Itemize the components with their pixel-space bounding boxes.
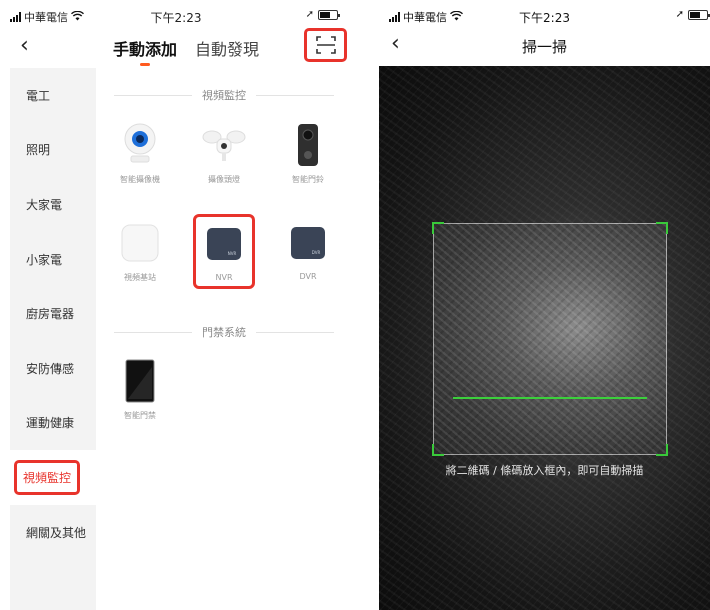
category-label: 小家電 (26, 252, 63, 267)
category-label: 網關及其他 (26, 525, 87, 540)
category-security-sensor[interactable]: 安防傳感 (10, 341, 96, 396)
nvr-icon: NVR (201, 221, 247, 267)
section-title: 視頻監控 (202, 89, 246, 102)
device-label: DVR (299, 272, 317, 281)
battery-icon (688, 9, 710, 20)
status-bar: 中華電信 下午2:23 ➚ (379, 0, 710, 34)
device-smart-doorbell[interactable]: 智能門鈴 (273, 122, 343, 185)
dvr-icon: DVR (285, 220, 331, 266)
scan-button[interactable] (304, 28, 347, 62)
device-label: 智能攝像機 (120, 175, 160, 184)
device-dvr[interactable]: DVR DVR (273, 220, 343, 281)
device-add-screen: 中華電信 下午2:23 ➚ ‹ 手動添加 自動發現 電工 照明 大家電 小家電 … (0, 0, 352, 610)
location-icon: ➚ (305, 9, 314, 20)
svg-text:NVR: NVR (228, 251, 237, 256)
device-smart-door-lock[interactable]: 智能門禁 (105, 358, 175, 421)
nav-bar: ‹ 手動添加 自動發現 (0, 28, 352, 62)
category-label: 照明 (26, 143, 51, 158)
section-header-video: 視頻監控 (114, 87, 334, 103)
section-header-access: 門禁系統 (114, 324, 334, 340)
status-bar: 中華電信 下午2:23 ➚ (0, 0, 352, 34)
frame-corner (656, 444, 668, 456)
page-title: 掃一掃 (521, 38, 567, 56)
door-lock-icon (117, 358, 163, 404)
scan-frame (432, 222, 668, 456)
device-label: 攝像頭燈 (208, 175, 240, 184)
status-time: 下午2:23 (150, 11, 202, 25)
category-label: 安防傳感 (26, 361, 75, 376)
category-sports-health[interactable]: 運動健康 (10, 396, 96, 451)
category-small-appliance[interactable]: 小家電 (10, 232, 96, 287)
frame-corner (432, 444, 444, 456)
back-icon[interactable]: ‹ (20, 34, 29, 58)
base-station-icon (117, 220, 163, 266)
device-label: NVR (215, 273, 233, 282)
battery-area: ➚ (305, 9, 340, 20)
divider (256, 94, 334, 96)
category-label: 大家電 (26, 197, 63, 212)
device-nvr[interactable]: NVR NVR (193, 214, 255, 289)
svg-text:DVR: DVR (312, 250, 321, 255)
category-electrician[interactable]: 電工 (10, 68, 96, 123)
battery-area: ➚ (675, 9, 710, 20)
category-video-surveillance[interactable]: 視頻監控 (10, 450, 96, 505)
category-gateway-other[interactable]: 網關及其他 (10, 505, 96, 560)
device-label: 智能門鈴 (292, 175, 324, 184)
category-large-appliance[interactable]: 大家電 (10, 177, 96, 232)
doorbell-icon (285, 122, 331, 168)
category-label: 運動健康 (26, 416, 75, 431)
device-camera-light[interactable]: 攝像頭燈 (189, 122, 259, 185)
device-video-base-station[interactable]: 視頻基站 (105, 220, 175, 283)
section-title: 門禁系統 (202, 326, 246, 339)
scan-line (453, 397, 647, 399)
divider (114, 94, 192, 96)
battery-icon (318, 9, 340, 20)
frame-border (433, 223, 667, 455)
tab-manual-add[interactable]: 手動添加 (113, 36, 177, 60)
nav-bar: ‹ 掃一掃 (379, 32, 710, 66)
frame-corner (432, 222, 444, 234)
category-lighting[interactable]: 照明 (10, 123, 96, 178)
category-sidebar: 電工 照明 大家電 小家電 廚房電器 安防傳感 運動健康 視頻監控 網關及其他 (10, 68, 96, 610)
scan-icon (315, 36, 336, 54)
device-panel: 視頻監控 智能攝像機 攝像頭燈 智能門鈴 視頻基站 NVR NVR DVR DV… (96, 68, 352, 610)
status-time: 下午2:23 (519, 11, 570, 25)
device-label: 智能門禁 (124, 411, 156, 420)
category-label: 電工 (26, 88, 51, 103)
camera-light-icon (201, 122, 247, 168)
device-label: 視頻基站 (124, 273, 156, 282)
frame-corner (656, 222, 668, 234)
smart-camera-icon (117, 122, 163, 168)
tab-auto-discover[interactable]: 自動發現 (195, 36, 259, 60)
category-label: 視頻監控 (14, 459, 81, 495)
add-mode-tabs: 手動添加 自動發現 (113, 36, 259, 60)
location-icon: ➚ (675, 9, 684, 20)
device-smart-camera[interactable]: 智能攝像機 (105, 122, 175, 185)
divider (256, 331, 334, 333)
category-kitchen[interactable]: 廚房電器 (10, 286, 96, 341)
scan-hint: 將二維碼 / 條碼放入框內，即可自動掃描 (445, 464, 644, 477)
category-label: 廚房電器 (26, 307, 75, 322)
divider (114, 331, 192, 333)
camera-viewfinder: 將二維碼 / 條碼放入框內，即可自動掃描 (379, 66, 710, 610)
scan-screen: 中華電信 下午2:23 ➚ ‹ 掃一掃 將二維碼 / 條碼放入框內，即可自動掃描 (379, 0, 710, 610)
